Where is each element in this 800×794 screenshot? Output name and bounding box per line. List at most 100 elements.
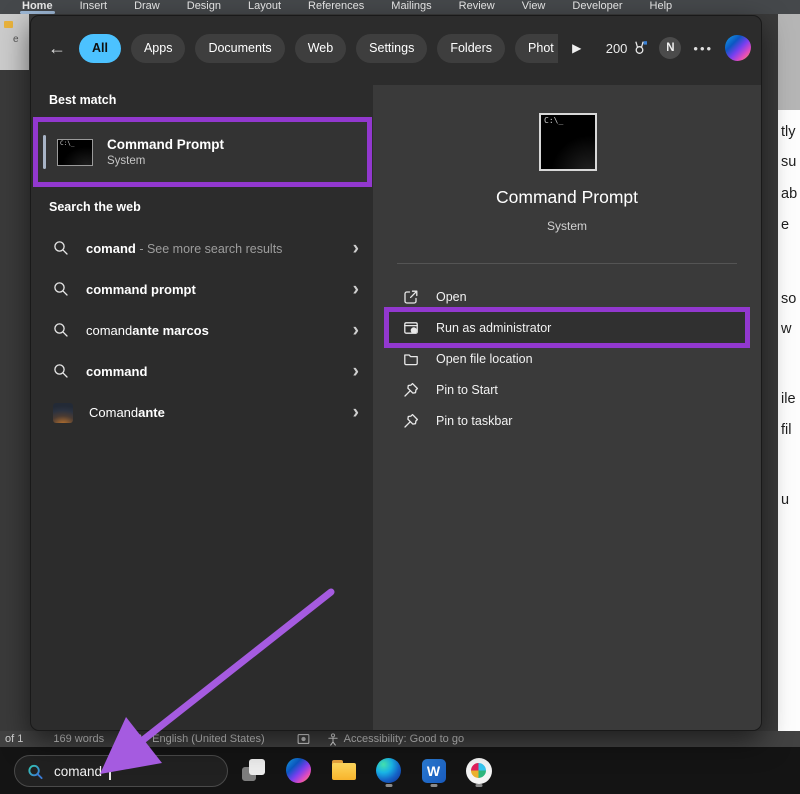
ribbon-tab-references[interactable]: References bbox=[308, 0, 364, 12]
document-text-fragment: u bbox=[781, 492, 790, 508]
running-indicator bbox=[475, 784, 482, 787]
ribbon-icon bbox=[4, 21, 13, 28]
web-suggestion-row[interactable]: comandante marcos › bbox=[35, 310, 371, 351]
result-thumbnail bbox=[53, 402, 73, 423]
filter-pill-phot[interactable]: Phot bbox=[515, 33, 558, 63]
chevron-right-icon: › bbox=[352, 320, 359, 341]
running-indicator bbox=[385, 784, 392, 787]
language-indicator[interactable]: English (United States) bbox=[152, 733, 265, 745]
open-icon bbox=[403, 289, 419, 305]
suggestion-text: comand - See more search results bbox=[86, 241, 283, 256]
ribbon-tab-mailings[interactable]: Mailings bbox=[391, 0, 431, 12]
action-list: Open Run as administrator Open file locati… bbox=[373, 281, 761, 436]
action-open-file-location[interactable]: Open file location bbox=[389, 343, 745, 374]
action-pin-to-taskbar[interactable]: Pin to taskbar bbox=[389, 405, 745, 436]
action-label: Run as administrator bbox=[436, 320, 552, 335]
chevron-right-icon: › bbox=[352, 361, 359, 382]
ribbon-tab-developer[interactable]: Developer bbox=[572, 0, 622, 12]
page-indicator[interactable]: of 1 bbox=[5, 733, 23, 745]
taskbar-search-input[interactable]: comand bbox=[14, 755, 228, 787]
pin-icon bbox=[403, 413, 419, 429]
filter-pill-web[interactable]: Web bbox=[294, 33, 347, 63]
file-explorer-icon[interactable] bbox=[330, 754, 357, 787]
document-text-fragment: fil bbox=[781, 422, 792, 438]
word-icon[interactable]: W bbox=[420, 754, 447, 787]
ribbon-tab-draw[interactable]: Draw bbox=[134, 0, 160, 12]
ribbon-tab-insert[interactable]: Insert bbox=[80, 0, 108, 12]
filter-pill-group: All Apps Documents Web Settings Folders Phot bbox=[78, 33, 558, 63]
filter-pill-documents[interactable]: Documents bbox=[195, 33, 285, 63]
word-status-bar: of 1 169 words English (United States) A… bbox=[0, 731, 800, 747]
word-ribbon-edge: e bbox=[0, 14, 29, 70]
chevron-right-icon: › bbox=[352, 402, 359, 423]
web-suggestion-row[interactable]: comand - See more search results › bbox=[35, 228, 371, 269]
web-suggestion-row[interactable]: command prompt › bbox=[35, 269, 371, 310]
web-suggestion-row[interactable]: Comandante › bbox=[35, 392, 371, 433]
accessibility-status[interactable]: Accessibility: Good to go bbox=[344, 733, 464, 745]
proofing-icon[interactable] bbox=[130, 733, 144, 746]
more-options-icon[interactable]: ••• bbox=[691, 41, 715, 56]
document-text-fragment: ile bbox=[781, 391, 796, 407]
ribbon-tab-review[interactable]: Review bbox=[459, 0, 495, 12]
search-icon bbox=[53, 240, 70, 257]
action-label: Open file location bbox=[436, 351, 533, 366]
best-match-title: Command Prompt bbox=[107, 137, 225, 152]
action-pin-to-start[interactable]: Pin to Start bbox=[389, 374, 745, 405]
filter-pill-folders[interactable]: Folders bbox=[437, 33, 506, 63]
slack-icon[interactable] bbox=[465, 754, 492, 787]
search-icon bbox=[53, 322, 70, 339]
search-icon bbox=[27, 763, 44, 780]
suggestion-text: command prompt bbox=[86, 282, 196, 297]
ribbon-tab-home[interactable]: Home bbox=[20, 0, 55, 14]
scroll-filters-icon[interactable]: ▶ bbox=[568, 39, 586, 57]
rewards-points: 200 bbox=[605, 40, 628, 56]
action-label: Open bbox=[436, 289, 467, 304]
best-match-subtitle: System bbox=[107, 155, 146, 167]
ribbon-tab-help[interactable]: Help bbox=[650, 0, 673, 12]
chevron-right-icon: › bbox=[352, 238, 359, 259]
rewards-badge[interactable]: 200 bbox=[606, 40, 650, 57]
ribbon-tab-view[interactable]: View bbox=[522, 0, 546, 12]
ribbon-tab-design[interactable]: Design bbox=[187, 0, 221, 12]
filter-pill-apps[interactable]: Apps bbox=[130, 33, 186, 63]
accessibility-icon bbox=[326, 732, 340, 746]
command-prompt-icon: C:\_ bbox=[57, 138, 93, 166]
best-match-heading: Best match bbox=[49, 93, 117, 107]
folder-icon bbox=[403, 351, 419, 367]
search-icon bbox=[53, 363, 70, 380]
document-text-fragment: so bbox=[781, 291, 797, 307]
edge-icon[interactable] bbox=[375, 754, 402, 787]
suggestion-text: Comandante bbox=[89, 405, 165, 420]
taskbar: comand W bbox=[0, 747, 800, 794]
screen: Home Insert Draw Design Layout References Mail… bbox=[0, 0, 800, 794]
document-text-fragment: ab bbox=[781, 186, 798, 202]
search-the-web-heading: Search the web bbox=[49, 200, 141, 214]
focus-icon[interactable] bbox=[297, 733, 311, 746]
ribbon-tab-layout[interactable]: Layout bbox=[248, 0, 281, 12]
document-text-fragment: tly bbox=[781, 124, 796, 140]
run-admin-icon bbox=[403, 320, 419, 336]
chevron-right-icon: › bbox=[352, 279, 359, 300]
web-suggestion-row[interactable]: command › bbox=[35, 351, 371, 392]
action-run-as-administrator[interactable]: Run as administrator bbox=[384, 307, 750, 348]
action-open[interactable]: Open bbox=[389, 281, 745, 312]
text-cursor bbox=[109, 762, 111, 780]
word-ruler-edge bbox=[778, 14, 800, 110]
copilot-icon[interactable] bbox=[725, 35, 751, 61]
best-match-result[interactable]: C:\_ Command Prompt System bbox=[33, 117, 372, 187]
search-filter-bar: ← All Apps Documents Web Settings Folders Phot… bbox=[45, 30, 751, 66]
copilot-icon[interactable] bbox=[285, 754, 312, 787]
filter-pill-all[interactable]: All bbox=[78, 33, 121, 63]
windows-search-overlay: ← All Apps Documents Web Settings Folders Phot… bbox=[30, 15, 762, 731]
running-indicator bbox=[430, 784, 437, 787]
action-label: Pin to taskbar bbox=[436, 413, 513, 428]
task-view-icon[interactable] bbox=[240, 754, 267, 787]
rewards-medal-icon bbox=[632, 40, 649, 57]
word-count[interactable]: 169 words bbox=[53, 733, 104, 745]
document-text-fragment: e bbox=[781, 217, 790, 233]
back-arrow-icon[interactable]: ← bbox=[45, 38, 69, 59]
document-text-fragment: w bbox=[781, 321, 792, 337]
taskbar-icon-group: W bbox=[240, 754, 492, 787]
account-avatar[interactable]: N bbox=[659, 37, 682, 59]
filter-pill-settings[interactable]: Settings bbox=[356, 33, 428, 63]
